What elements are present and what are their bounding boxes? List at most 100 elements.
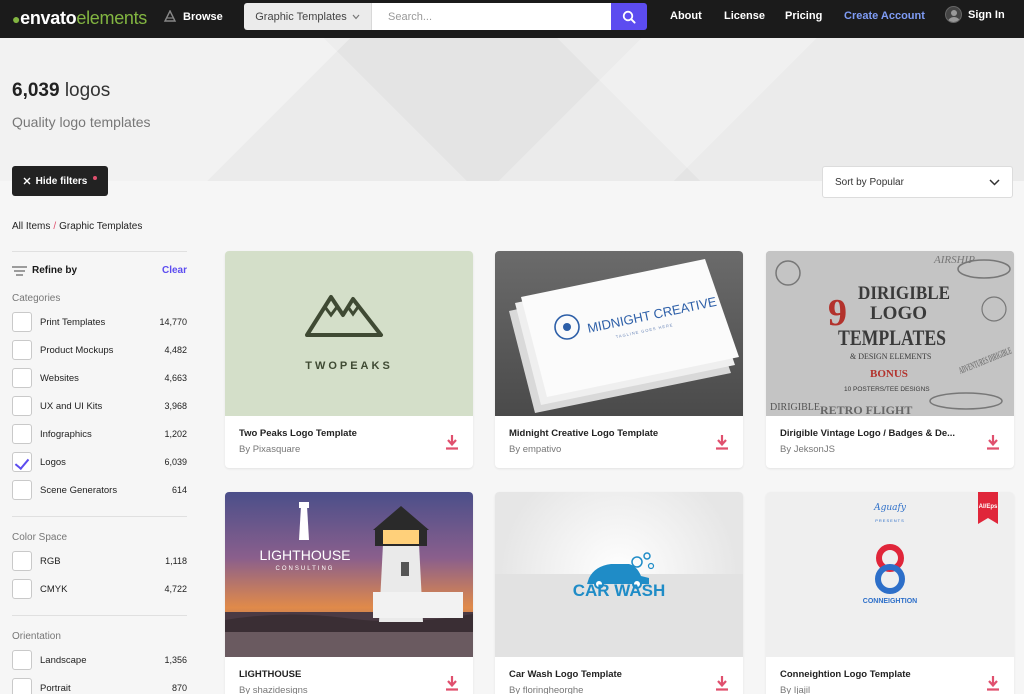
breadcrumb-all-items[interactable]: All Items — [12, 221, 50, 232]
leaf-icon: ● — [12, 11, 21, 27]
card-author[interactable]: By Ijajil — [780, 685, 810, 694]
card-author[interactable]: By shazidesigns — [239, 685, 308, 694]
breadcrumb-current[interactable]: Graphic Templates — [59, 221, 142, 232]
nav-about-link[interactable]: About — [670, 10, 702, 22]
checkbox[interactable] — [12, 480, 32, 500]
dirigible-logo-preview: AIRSHIP 9 DIRIGIBLE LOGO TEMPLATES & DES… — [766, 251, 1014, 416]
checkbox[interactable] — [12, 340, 32, 360]
card-thumbnail[interactable]: MIDNIGHT CREATIVE TAGLINE GOES HERE — [495, 251, 743, 416]
download-icon[interactable] — [445, 434, 459, 450]
search-category-select[interactable]: Graphic Templates — [244, 3, 372, 30]
card-title[interactable]: Conneightion Logo Template — [780, 669, 911, 680]
svg-text:CONNEIGHTION: CONNEIGHTION — [863, 598, 917, 605]
filter-portrait[interactable]: Portrait 870 — [12, 678, 187, 694]
svg-text:RETRO FLIGHT: RETRO FLIGHT — [820, 403, 912, 416]
hero-banner: 6,039 logos Quality logo templates — [0, 38, 1024, 181]
item-card[interactable]: MIDNIGHT CREATIVE TAGLINE GOES HERE Midn… — [495, 251, 743, 468]
search-input[interactable] — [372, 3, 611, 30]
svg-text:DIRIGIBLE: DIRIGIBLE — [858, 283, 950, 304]
color-space-title: Color Space — [12, 532, 68, 543]
download-icon[interactable] — [986, 675, 1000, 691]
item-card[interactable]: TWOPEAKS Two Peaks Logo Template By Pixa… — [225, 251, 473, 468]
card-title[interactable]: Midnight Creative Logo Template — [509, 428, 658, 439]
card-author[interactable]: By empativo — [509, 444, 561, 455]
card-thumbnail[interactable]: Aguafy PRESENTS CONNEIGHTION AI/Eps — [766, 492, 1014, 657]
nav-license-link[interactable]: License — [724, 10, 765, 22]
checkbox[interactable] — [12, 678, 32, 694]
chevron-down-icon — [989, 178, 1000, 186]
card-author[interactable]: By floringheorghe — [509, 685, 583, 694]
svg-text:AI/Eps: AI/Eps — [979, 504, 998, 510]
svg-text:CAR WASH: CAR WASH — [573, 581, 666, 600]
download-icon[interactable] — [986, 434, 1000, 450]
filter-websites[interactable]: Websites 4,663 — [12, 368, 187, 388]
checkbox[interactable] — [12, 368, 32, 388]
card-title[interactable]: Dirigible Vintage Logo / Badges & De... — [780, 428, 955, 439]
envato-elements-logo[interactable]: ●envatoelements — [12, 8, 147, 29]
card-title[interactable]: Car Wash Logo Template — [509, 669, 622, 680]
sort-dropdown[interactable]: Sort by Popular — [822, 166, 1013, 198]
checkbox-checked[interactable] — [12, 452, 32, 472]
item-card[interactable]: Aguafy PRESENTS CONNEIGHTION AI/Eps Conn… — [766, 492, 1014, 694]
page-title: 6,039 logos — [12, 80, 111, 101]
card-thumbnail[interactable]: TWOPEAKS — [225, 251, 473, 416]
filter-cmyk[interactable]: CMYK 4,722 — [12, 579, 187, 599]
svg-text:Aguafy: Aguafy — [873, 503, 907, 513]
item-card[interactable]: CAR WASH Car Wash Logo Template By flori… — [495, 492, 743, 694]
conneightion-logo: Aguafy PRESENTS CONNEIGHTION AI/Eps — [863, 492, 998, 605]
filter-print-templates[interactable]: Print Templates 14,770 — [12, 312, 187, 332]
svg-text:LIGHTHOUSE: LIGHTHOUSE — [259, 547, 350, 563]
checkbox[interactable] — [12, 424, 32, 444]
filter-landscape[interactable]: Landscape 1,356 — [12, 650, 187, 670]
divider — [12, 615, 187, 616]
clear-filters-link[interactable]: Clear — [162, 265, 187, 276]
car-wash-logo: CAR WASH — [495, 552, 743, 657]
browse-menu[interactable]: Browse — [163, 9, 223, 24]
filter-logos[interactable]: Logos 6,039 — [12, 452, 187, 472]
search-button[interactable] — [611, 3, 647, 30]
create-account-link[interactable]: Create Account — [844, 10, 925, 22]
card-thumbnail[interactable]: LIGHTHOUSE CONSULTING — [225, 492, 473, 657]
filter-scene-generators[interactable]: Scene Generators 614 — [12, 480, 187, 500]
nav-pricing-link[interactable]: Pricing — [785, 10, 822, 22]
card-title[interactable]: Two Peaks Logo Template — [239, 428, 357, 439]
search-icon — [622, 10, 636, 24]
svg-text:10 POSTERS/TEE DESIGNS: 10 POSTERS/TEE DESIGNS — [844, 386, 930, 393]
card-thumbnail[interactable]: AIRSHIP 9 DIRIGIBLE LOGO TEMPLATES & DES… — [766, 251, 1014, 416]
filter-ux-ui-kits[interactable]: UX and UI Kits 3,968 — [12, 396, 187, 416]
filter-infographics[interactable]: Infographics 1,202 — [12, 424, 187, 444]
item-card[interactable]: AIRSHIP 9 DIRIGIBLE LOGO TEMPLATES & DES… — [766, 251, 1014, 468]
checkbox[interactable] — [12, 312, 32, 332]
card-title[interactable]: LIGHTHOUSE — [239, 669, 301, 680]
svg-text:DIRIGIBLE: DIRIGIBLE — [770, 402, 820, 413]
checkbox[interactable] — [12, 579, 32, 599]
categories-title: Categories — [12, 293, 61, 304]
chevron-down-icon — [352, 11, 360, 23]
filter-lines-icon — [12, 265, 27, 276]
checkbox[interactable] — [12, 396, 32, 416]
checkbox[interactable] — [12, 650, 32, 670]
midnight-creative-mockup: MIDNIGHT CREATIVE TAGLINE GOES HERE — [509, 259, 739, 413]
download-icon[interactable] — [715, 434, 729, 450]
svg-text:& DESIGN ELEMENTS: & DESIGN ELEMENTS — [850, 352, 931, 361]
filter-product-mockups[interactable]: Product Mockups 4,482 — [12, 340, 187, 360]
filter-active-dot — [93, 176, 98, 180]
card-author[interactable]: By Pixasquare — [239, 444, 300, 455]
sign-in-button[interactable]: Sign In — [945, 6, 1005, 23]
item-card[interactable]: LIGHTHOUSE CONSULTING LIGHTHOUSE By shaz… — [225, 492, 473, 694]
svg-text:CONSULTING: CONSULTING — [276, 566, 335, 572]
browse-icon — [163, 9, 177, 24]
card-author[interactable]: By JeksonJS — [780, 444, 835, 455]
svg-text:TWOPEAKS: TWOPEAKS — [305, 360, 393, 372]
download-icon[interactable] — [715, 675, 729, 691]
card-thumbnail[interactable]: CAR WASH — [495, 492, 743, 657]
breadcrumb: All Items / Graphic Templates — [12, 221, 143, 232]
download-icon[interactable] — [445, 675, 459, 691]
svg-text:BONUS: BONUS — [870, 368, 908, 380]
checkbox[interactable] — [12, 551, 32, 571]
lighthouse-photo: LIGHTHOUSE CONSULTING — [225, 502, 473, 657]
svg-text:PRESENTS: PRESENTS — [875, 518, 905, 523]
top-navigation: ●envatoelements Browse Graphic Templates… — [0, 0, 1024, 38]
hide-filters-button[interactable]: Hide filters — [12, 166, 108, 196]
filter-rgb[interactable]: RGB 1,118 — [12, 551, 187, 571]
